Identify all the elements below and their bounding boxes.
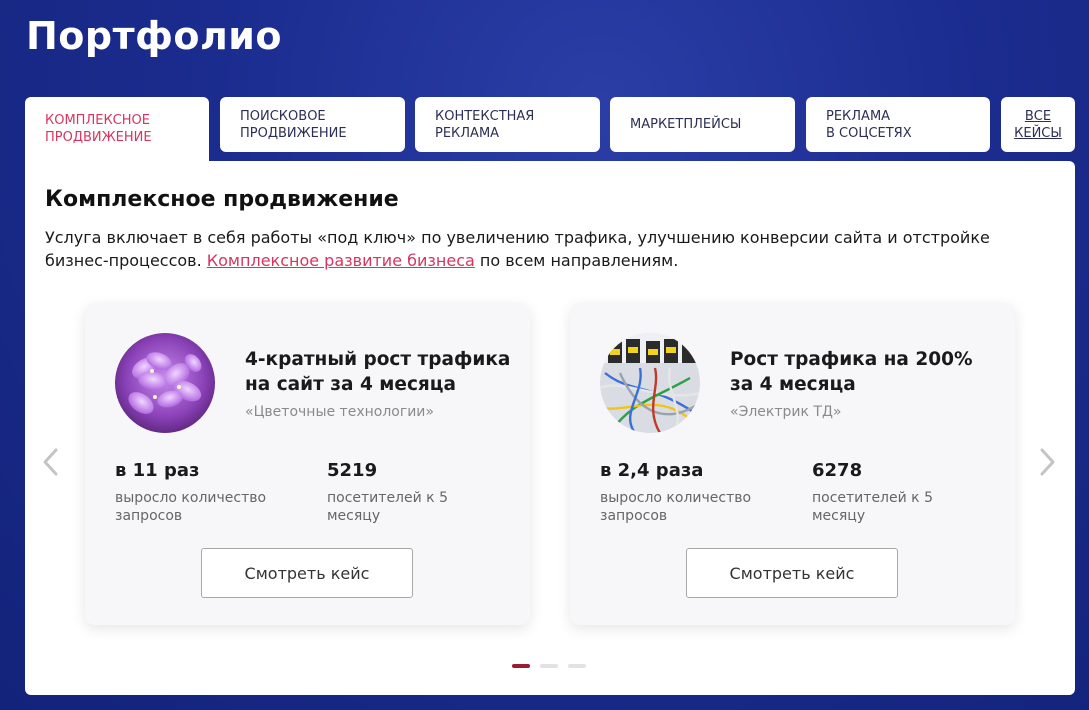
description-text: по всем направлениям. [474,251,679,270]
stat-value: в 11 раз [115,460,200,481]
tab-label-line: РЕКЛАМА [826,108,891,124]
case-title: 4-кратный рост трафика на сайт за 4 меся… [245,349,511,395]
tab-label-line: КЕЙСЫ [1014,125,1062,141]
complex-development-link[interactable]: Комплексное развитие бизнеса [207,251,475,270]
slider-dot-1[interactable] [512,664,530,668]
tab-social-ads[interactable]: РЕКЛАМА В СОЦСЕТЯХ [806,97,990,152]
tab-search-promotion[interactable]: ПОИСКОВОЕ ПРОДВИЖЕНИЕ [220,97,405,152]
stat-value: в 2,4 раза [600,460,704,481]
tab-label-line: РЕКЛАМА [435,125,500,141]
tab-context-ads[interactable]: КОНТЕКСТНАЯ РЕКЛАМА [415,97,600,152]
section-description: Услуга включает в себя работы «под ключ»… [45,226,1055,272]
flowers-image-icon [115,333,215,433]
stat-label: посетителей к 5 месяцу [327,490,448,524]
tab-label: КОНТЕКСТНАЯ РЕКЛАМА [435,108,534,142]
stat-label: выросло количество запросов [115,490,267,524]
tab-label-line: ПРОДВИЖЕНИЕ [240,125,347,141]
tab-content-panel: Комплексное продвижение Услуга включает … [25,161,1075,695]
tab-complex-promotion[interactable]: КОМПЛЕКСНОЕ ПРОДВИЖЕНИЕ [25,97,209,161]
service-tabs: КОМПЛЕКСНОЕ ПРОДВИЖЕНИЕ ПОИСКОВОЕ ПРОДВИ… [25,97,1075,161]
electrical-panel-photo [600,333,700,433]
view-case-button[interactable]: Смотреть кейс [201,548,413,598]
tab-label-line: ВСЕ [1024,108,1052,124]
chevron-right-icon [1040,448,1055,476]
tab-label-line: КОНТЕКСТНАЯ [435,108,535,124]
case-client: «Электрик ТД» [730,404,842,420]
view-case-button[interactable]: Смотреть кейс [686,548,898,598]
tab-label-line: КОМПЛЕКСНОЕ [45,113,150,128]
section-title: Комплексное продвижение [45,187,399,212]
tab-label: ВСЕ КЕЙСЫ [1014,108,1062,142]
tab-label-line: ПРОДВИЖЕНИЕ [45,130,152,145]
slider-pagination [512,664,586,668]
page-title: Портфолио [26,14,283,58]
stat-value: 5219 [327,460,378,481]
tab-marketplaces[interactable]: МАРКЕТПЛЕЙСЫ [610,97,795,152]
tab-all-cases[interactable]: ВСЕ КЕЙСЫ [1001,97,1075,152]
case-card: 4-кратный рост трафика на сайт за 4 меся… [85,303,530,625]
stat-label: выросло количество запросов [600,490,752,524]
case-card: Рост трафика на 200% за 4 месяца «Электр… [570,303,1015,625]
electrical-panel-image-icon [600,333,700,433]
slider-next-button[interactable] [1035,445,1059,479]
stat-label: посетителей к 5 месяцу [812,490,933,524]
slider-dot-3[interactable] [568,664,586,668]
tab-label-line: В СОЦСЕТЯХ [826,125,912,141]
slider-dot-2[interactable] [540,664,558,668]
chevron-left-icon [43,448,58,476]
slider-prev-button[interactable] [39,445,63,479]
stat-value: 6278 [812,460,863,481]
case-title: Рост трафика на 200% за 4 месяца [730,349,973,395]
tab-label-line: ПОИСКОВОЕ [240,108,326,124]
tab-label: РЕКЛАМА В СОЦСЕТЯХ [826,108,912,142]
case-client: «Цветочные технологии» [245,404,434,420]
tab-label: КОМПЛЕКСНОЕ ПРОДВИЖЕНИЕ [45,112,152,146]
tab-label: ПОИСКОВОЕ ПРОДВИЖЕНИЕ [240,108,347,142]
flowers-photo [115,333,215,433]
tab-label: МАРКЕТПЛЕЙСЫ [630,117,742,132]
